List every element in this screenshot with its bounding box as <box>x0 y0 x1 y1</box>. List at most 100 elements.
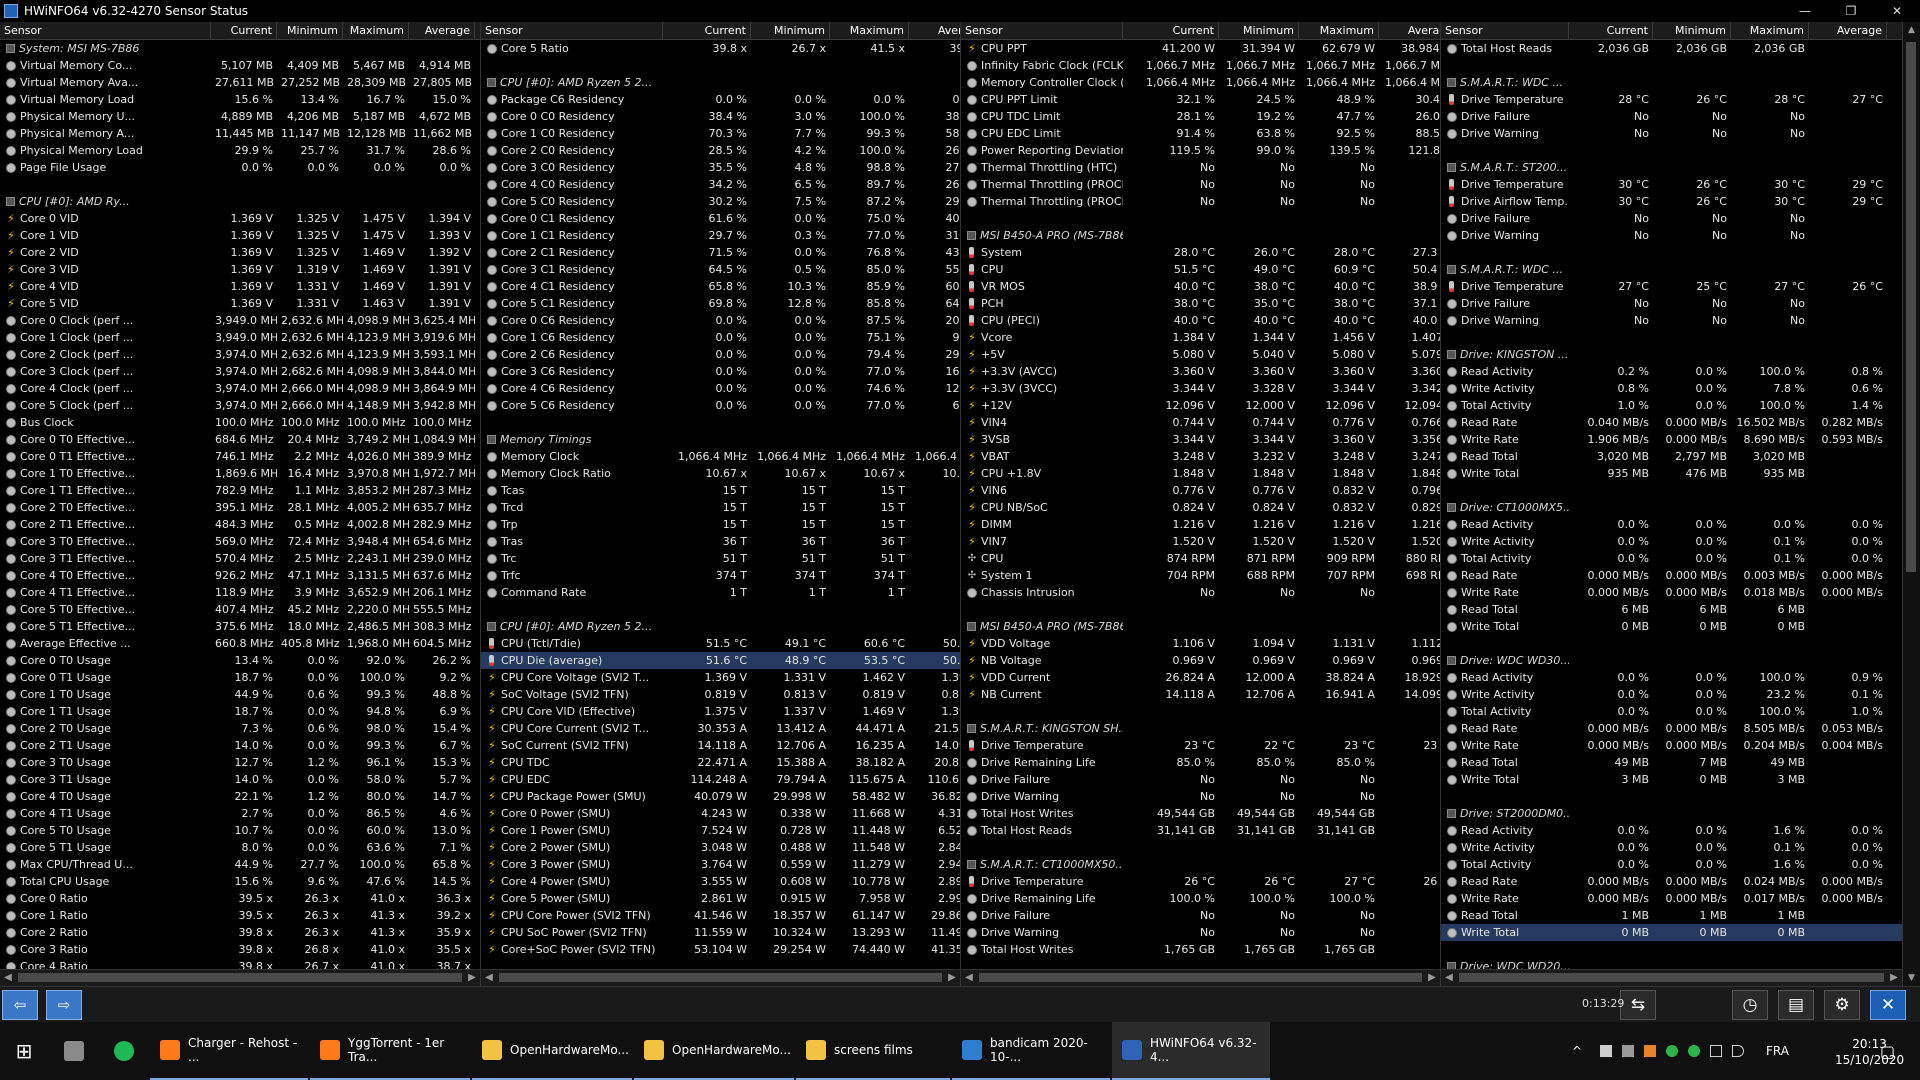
sensor-row[interactable]: Read Rate 0.000 MB/s 0.000 MB/s 0.024 MB/s 0… <box>1441 873 1902 890</box>
sensor-row[interactable]: Core 4 T1 Usage 2.7 % 0.0 % 86.5 % 4.6 % <box>0 805 480 822</box>
sensor-row[interactable]: PCH38.0 °C35.0 °C38.0 °C37.1 °C <box>961 295 1440 312</box>
sensor-row[interactable]: ⚡ CPU Core VID (Effective) 1.375 V 1.337 V1… <box>481 703 960 720</box>
sensor-row[interactable]: ⚡CPU +1.8V1.848 V1.848 V1.848 V1.848 V <box>961 465 1440 482</box>
column-header-current[interactable]: Current <box>1123 22 1219 39</box>
column-header-minimum[interactable]: Minimum <box>1219 22 1299 39</box>
column-header-average[interactable]: Average <box>1379 22 1440 39</box>
sensor-row[interactable]: CPU51.5 °C49.0 °C60.9 °C50.4 °C <box>961 261 1440 278</box>
sensor-row[interactable]: Drive Warning No No No <box>961 788 1440 805</box>
sensor-row[interactable]: ⚡ SoC Voltage (SVI2 TFN) 0.819 V 0.813 V 0.8… <box>481 686 960 703</box>
scroll-right-arrow-icon[interactable]: ▶ <box>464 970 480 986</box>
sensor-group-header[interactable]: Drive: ST2000DM0... <box>1441 805 1902 822</box>
collapse-group-icon[interactable] <box>1447 809 1456 818</box>
horizontal-scrollbar[interactable]: ◀ ▶ <box>1441 969 1902 986</box>
tray-app-icon[interactable] <box>1644 1045 1656 1057</box>
sensor-row[interactable]: ⚡ +3.3V (AVCC) 3.360 V 3.360 V 3.360 V 3.360 … <box>961 363 1440 380</box>
sensor-row[interactable]: Memory Clock 1,066.4 MHz 1,066.4 MHz 1,066.… <box>481 448 960 465</box>
spotify-icon[interactable] <box>102 1022 146 1080</box>
sensor-row[interactable]: ⚡VDD Voltage1.106 V1.094 V1.131 V1.112 V <box>961 635 1440 652</box>
sensor-row[interactable]: Core 3 T1 Usage 14.0 % 0.0 % 58.0 % 5.7 % <box>0 771 480 788</box>
scroll-up-arrow-icon[interactable]: ▲ <box>1903 22 1920 38</box>
sensor-group-header[interactable]: S.M.A.R.T.: KINGSTON SH... <box>961 720 1440 737</box>
notification-icon[interactable]: ▢ <box>1880 1022 1895 1080</box>
column-header-average[interactable]: Average <box>1809 22 1887 39</box>
sensor-row[interactable]: Drive Remaining Life 100.0 % 100.0 % 100.0 … <box>961 890 1440 907</box>
sensor-row[interactable]: Write Total 3 MB 0 MB 3 MB <box>1441 771 1902 788</box>
sensor-row[interactable]: Read Activity 0.0 % 0.0 % 1.6 % 0.0 % <box>1441 822 1902 839</box>
scroll-right-arrow-icon[interactable]: ▶ <box>1886 970 1902 986</box>
sensor-row[interactable]: Command Rate 1 T1 T1 T <box>481 584 960 601</box>
sensor-row[interactable]: ⚡3VSB3.344 V3.344 V3.360 V3.356 V <box>961 431 1440 448</box>
sensor-row[interactable]: System28.0 °C26.0 °C28.0 °C27.3 °C <box>961 244 1440 261</box>
sensor-row[interactable]: Read Total 1 MB 1 MB 1 MB <box>1441 907 1902 924</box>
sensor-group-header[interactable]: Drive: CT1000MX5... <box>1441 499 1902 516</box>
scroll-left-arrow-icon[interactable]: ◀ <box>481 970 497 986</box>
sensor-row[interactable]: ⚡ Core 1 Power (SMU) 7.524 W 0.728 W 11.448 … <box>481 822 960 839</box>
taskbar-task[interactable]: YggTorrent - 1er Tra... <box>310 1022 470 1080</box>
sensor-row[interactable]: Core 2 C0 Residency28.5 %4.2 %100.0 %26.… <box>481 142 960 159</box>
sensor-row[interactable]: Core 3 T1 Effective... 570.4 MHz 2.5 MHz 2,… <box>0 550 480 567</box>
sensor-row[interactable]: Physical Memory Load 29.9 % 25.7 % 31.7 % 28… <box>0 142 480 159</box>
sensor-row[interactable]: Total Host Reads 31,141 GB 31,141 GB 31,141… <box>961 822 1440 839</box>
sensor-row[interactable]: Core 4 T1 Effective... 118.9 MHz 3.9 MHz 3,… <box>0 584 480 601</box>
collapse-group-icon[interactable] <box>1447 503 1456 512</box>
sensor-row[interactable]: CPU (Tctl/Tdie)51.5 °C49.1 °C60.6 °C50.4… <box>481 635 960 652</box>
sensor-row[interactable]: Core 4 Clock (perf ...3,974.0 MHz2,666.0… <box>0 380 480 397</box>
sensor-group-header[interactable]: S.M.A.R.T.: WDC ... <box>1441 261 1902 278</box>
sensor-row[interactable]: Write Rate 1.906 MB/s 0.000 MB/s 8.690 MB/s… <box>1441 431 1902 448</box>
horizontal-scroll-thumb[interactable] <box>499 973 942 982</box>
file-manager-icon[interactable] <box>52 1022 96 1080</box>
column-header-current[interactable]: Current <box>663 22 751 39</box>
sensor-row[interactable]: CPU Die (average) 51.6 °C 48.9 °C 53.5 °C 50… <box>481 652 960 669</box>
sensor-row[interactable]: Core 3 Clock (perf ...3,974.0 MHz2,682.6… <box>0 363 480 380</box>
sensor-row[interactable]: ⚡VIN60.776 V0.776 V0.832 V0.796 V <box>961 482 1440 499</box>
horizontal-scrollbar[interactable]: ◀ ▶ <box>481 969 960 986</box>
sensor-row[interactable]: Core 1 T0 Usage 44.9 % 0.6 % 99.3 % 48.8 % <box>0 686 480 703</box>
sensor-row[interactable]: Infinity Fabric Clock (FCLK) 1,066.7 MHz 1… <box>961 57 1440 74</box>
sensor-row[interactable]: CPU PPT Limit32.1 %24.5 %48.9 %30.4 % <box>961 91 1440 108</box>
sensor-row[interactable]: ⚡ Core 4 Power (SMU) 3.555 W 0.608 W 10.778 … <box>481 873 960 890</box>
collapse-group-icon[interactable] <box>967 622 976 631</box>
sensor-row[interactable]: ⚡ CPU Core Power (SVI2 TFN) 41.546 W 18.357… <box>481 907 960 924</box>
sensor-group-header[interactable]: Memory Timings <box>481 431 960 448</box>
sensor-row[interactable]: Package C6 Residency0.0 %0.0 %0.0 %0.0 % <box>481 91 960 108</box>
sensor-row[interactable]: Core 0 T0 Usage 13.4 % 0.0 % 92.0 % 26.2 % <box>0 652 480 669</box>
sensor-row[interactable]: ⚡CPU NB/SoC0.824 V0.824 V0.832 V0.829 V <box>961 499 1440 516</box>
sensor-row[interactable]: ⚡+5V5.080 V5.040 V5.080 V5.079 V <box>961 346 1440 363</box>
scroll-left-arrow-icon[interactable]: ◀ <box>1441 970 1457 986</box>
sensor-row[interactable]: ⚡Vcore1.384 V1.344 V1.456 V1.407 V <box>961 329 1440 346</box>
sensor-row[interactable]: Physical Memory A... 11,445 MB 11,147 MB 12… <box>0 125 480 142</box>
tray-app-icon[interactable] <box>1666 1045 1678 1057</box>
collapse-group-icon[interactable] <box>1447 78 1456 87</box>
sensor-row[interactable]: Write Activity 0.0 % 0.0 % 23.2 % 0.1 % <box>1441 686 1902 703</box>
horizontal-scroll-thumb[interactable] <box>979 973 1422 982</box>
sensor-row[interactable]: Read Total 3,020 MB 2,797 MB 3,020 MB <box>1441 448 1902 465</box>
horizontal-scrollbar[interactable]: ◀ ▶ <box>961 969 1440 986</box>
column-header-maximum[interactable]: Maximum <box>1731 22 1809 39</box>
start-button[interactable]: ⊞ <box>0 1022 48 1080</box>
sensor-group-header[interactable]: CPU [#0]: AMD Ry... <box>0 193 480 210</box>
sensor-row[interactable]: Core 4 C0 Residency34.2 %6.5 %89.7 %26.9… <box>481 176 960 193</box>
language-indicator[interactable]: FRA <box>1766 1022 1789 1080</box>
sensor-row[interactable]: Core 2 T1 Usage 14.0 % 0.0 % 99.3 % 6.7 % <box>0 737 480 754</box>
sensor-row[interactable]: Core 3 T0 Effective... 569.0 MHz 72.4 MHz 3… <box>0 533 480 550</box>
taskbar-task[interactable]: OpenHardwareMo... <box>634 1022 794 1080</box>
sensor-row[interactable]: Total Activity 0.0 % 0.0 % 100.0 % 1.0 % <box>1441 703 1902 720</box>
sensor-row[interactable]: Core 3 C6 Residency0.0 %0.0 %77.0 %16.9 … <box>481 363 960 380</box>
sensor-row[interactable]: ⚡CPU PPT41.200 W31.394 W62.679 W38.984 W <box>961 40 1440 57</box>
sensor-row[interactable]: Core 1 T0 Effective...1,869.6 MHz16.4 MH… <box>0 465 480 482</box>
sensor-row[interactable]: Read Total 49 MB 7 MB 49 MB <box>1441 754 1902 771</box>
sensor-row[interactable]: ⚡ Core 2 Power (SMU) 3.048 W 0.488 W 11.548 … <box>481 839 960 856</box>
sensor-row[interactable]: Total Host Writes 1,765 GB 1,765 GB 1,765 G… <box>961 941 1440 958</box>
taskbar-task[interactable]: OpenHardwareMo... <box>472 1022 632 1080</box>
sensor-row[interactable]: ⚡ Core 3 Power (SMU) 3.764 W 0.559 W 11.279 … <box>481 856 960 873</box>
sensor-row[interactable]: Drive Temperature 30 °C 26 °C 30 °C 29 °C <box>1441 176 1902 193</box>
sensor-row[interactable]: Read Rate 0.040 MB/s 0.000 MB/s 16.502 MB/s… <box>1441 414 1902 431</box>
sensor-row[interactable]: ⚡VBAT3.248 V3.232 V3.248 V3.247 V <box>961 448 1440 465</box>
sensor-row[interactable]: Read Total 6 MB 6 MB 6 MB <box>1441 601 1902 618</box>
collapse-group-icon[interactable] <box>487 78 496 87</box>
sensor-row[interactable]: ⚡ Core 0 VID 1.369 V 1.325 V 1.475 V 1.394 V <box>0 210 480 227</box>
column-header-minimum[interactable]: Minimum <box>1653 22 1731 39</box>
sensor-row[interactable]: Drive Temperature 28 °C 26 °C 28 °C 27 °C <box>1441 91 1902 108</box>
scroll-left-arrow-icon[interactable]: ◀ <box>0 970 16 986</box>
